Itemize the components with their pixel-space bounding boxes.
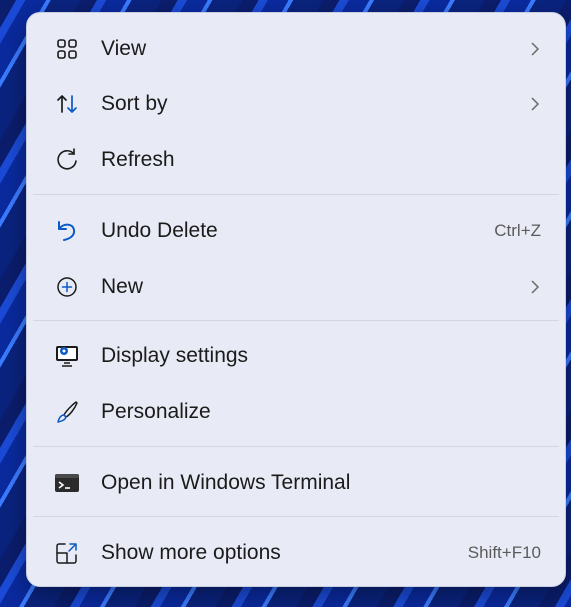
menu-separator — [33, 194, 559, 195]
display-settings-icon — [53, 342, 81, 370]
show-more-icon — [53, 539, 81, 567]
shortcut-text: Shift+F10 — [467, 543, 541, 562]
menu-separator — [33, 320, 559, 321]
context-menu: View Sort by Refresh Undo Delete Ctrl+Z … — [26, 12, 566, 587]
plus-circle-icon — [53, 273, 81, 301]
terminal-icon — [53, 469, 81, 497]
menu-separator — [33, 446, 559, 447]
menu-item-label: Display settings — [101, 344, 249, 367]
menu-item-label: Undo Delete — [101, 219, 218, 242]
menu-item-new[interactable]: New — [37, 262, 555, 312]
menu-item-view[interactable]: View — [37, 24, 555, 74]
menu-separator — [33, 516, 559, 517]
menu-item-sort-by[interactable]: Sort by — [37, 79, 555, 129]
menu-item-refresh[interactable]: Refresh — [37, 135, 555, 185]
menu-item-open-in-terminal[interactable]: Open in Windows Terminal — [37, 458, 555, 508]
paintbrush-icon — [53, 398, 81, 426]
sort-arrows-icon — [53, 90, 81, 118]
menu-item-label: View — [101, 37, 147, 60]
menu-item-label: Refresh — [101, 148, 175, 171]
shortcut-text: Ctrl+Z — [494, 221, 541, 240]
menu-item-label: New — [101, 275, 144, 298]
menu-item-label: Open in Windows Terminal — [101, 471, 351, 494]
menu-item-label: Personalize — [101, 400, 211, 423]
menu-item-label: Sort by — [101, 92, 168, 115]
chevron-right-icon — [529, 278, 541, 296]
chevron-right-icon — [529, 40, 541, 58]
chevron-right-icon — [529, 95, 541, 113]
refresh-icon — [53, 146, 81, 174]
menu-item-show-more-options[interactable]: Show more options Shift+F10 — [37, 528, 555, 578]
menu-item-display-settings[interactable]: Display settings — [37, 331, 555, 381]
grid-icon — [53, 35, 81, 63]
menu-item-undo-delete[interactable]: Undo Delete Ctrl+Z — [37, 206, 555, 256]
menu-item-label: Show more options — [101, 541, 281, 564]
undo-icon — [53, 217, 81, 245]
menu-item-personalize[interactable]: Personalize — [37, 387, 555, 437]
